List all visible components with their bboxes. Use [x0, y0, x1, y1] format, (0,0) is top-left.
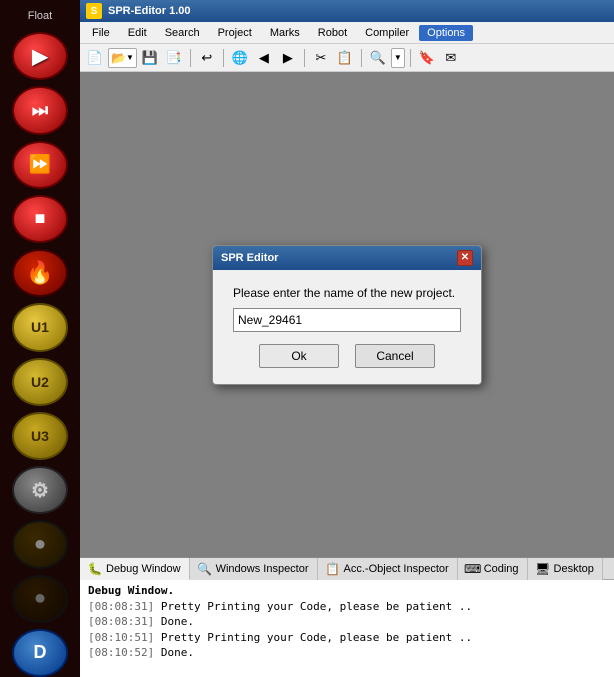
tab-desktop[interactable]: 🖥 Desktop — [528, 558, 603, 580]
bottom-panel: 🐛 Debug Window 🔍 Windows Inspector 📋 Acc… — [80, 557, 614, 677]
debug-time-4: [08:10:52] — [88, 646, 154, 659]
debug-time-2: [08:08:31] — [88, 615, 154, 628]
tab-desktop-label: Desktop — [554, 563, 594, 575]
bottom-tabs: 🐛 Debug Window 🔍 Windows Inspector 📋 Acc… — [80, 558, 614, 580]
debug-line-2: [08:08:31] Done. — [88, 614, 606, 629]
toolbar-copy[interactable]: 📋 — [334, 47, 356, 69]
desktop-icon: 🖥 — [536, 562, 550, 576]
stop-button[interactable] — [12, 195, 68, 243]
sep5 — [410, 49, 411, 67]
tab-windows-inspector[interactable]: 🔍 Windows Inspector — [190, 558, 318, 580]
cancel-button[interactable]: Cancel — [355, 344, 435, 368]
editor-area: SPR Editor ✕ Please enter the name of th… — [80, 72, 614, 557]
sep3 — [304, 49, 305, 67]
toolbar-back[interactable]: ◀ — [253, 47, 275, 69]
debug-time-1: [08:08:31] — [88, 600, 154, 613]
toolbar-new[interactable]: 📄 — [84, 47, 106, 69]
debug-line-1: [08:08:31] Pretty Printing your Code, pl… — [88, 599, 606, 614]
fast-forward-button[interactable] — [12, 141, 68, 189]
u2-button[interactable] — [12, 358, 68, 406]
d-button[interactable] — [12, 629, 68, 677]
project-name-input[interactable] — [233, 308, 461, 332]
toolbar-cut[interactable]: ✂ — [310, 47, 332, 69]
debug-icon: 🐛 — [88, 562, 102, 576]
record2-button[interactable] — [12, 575, 68, 623]
gear-button[interactable] — [12, 466, 68, 514]
menu-search[interactable]: Search — [157, 25, 208, 41]
menu-file[interactable]: File — [84, 25, 118, 41]
debug-line-3: [08:10:51] Pretty Printing your Code, pl… — [88, 630, 606, 645]
record1-button[interactable] — [12, 520, 68, 568]
dialog-close-button[interactable]: ✕ — [457, 250, 473, 266]
debug-line-4: [08:10:52] Done. — [88, 645, 606, 660]
debug-text-3: Pretty Printing your Code, please be pat… — [161, 631, 472, 644]
flame-button[interactable] — [12, 249, 68, 297]
main-area: S SPR-Editor 1.00 File Edit Search Proje… — [80, 0, 614, 677]
toolbar: 📄 📂▼ 💾 📑 ↩ 🌐 ◀ ▶ ✂ 📋 🔍 ▼ 🔖 ✉ — [80, 44, 614, 72]
debug-window-title: Debug Window. — [88, 584, 606, 597]
ok-button[interactable]: Ok — [259, 344, 339, 368]
menu-edit[interactable]: Edit — [120, 25, 155, 41]
toolbar-save[interactable]: 💾 — [139, 47, 161, 69]
tab-coding[interactable]: ⌨ Coding — [458, 558, 528, 580]
tab-acc-object-inspector[interactable]: 📋 Acc.-Object Inspector — [318, 558, 458, 580]
title-bar: S SPR-Editor 1.00 — [80, 0, 614, 22]
sidebar: Float — [0, 0, 80, 677]
menu-bar: File Edit Search Project Marks Robot Com… — [80, 22, 614, 44]
toolbar-find-dropdown[interactable]: ▼ — [391, 48, 405, 68]
sep2 — [223, 49, 224, 67]
tab-coding-label: Coding — [484, 563, 519, 575]
toolbar-forward[interactable]: ▶ — [277, 47, 299, 69]
sep4 — [361, 49, 362, 67]
float-label: Float — [28, 10, 52, 22]
debug-time-3: [08:10:51] — [88, 631, 154, 644]
spr-editor-dialog: SPR Editor ✕ Please enter the name of th… — [212, 245, 482, 385]
app-title: SPR-Editor 1.00 — [108, 5, 191, 17]
tab-debug-label: Debug Window — [106, 563, 181, 575]
menu-project[interactable]: Project — [210, 25, 260, 41]
toolbar-bookmark[interactable]: 🔖 — [416, 47, 438, 69]
dialog-title-bar: SPR Editor ✕ — [213, 246, 481, 270]
debug-window-content: Debug Window. [08:08:31] Pretty Printing… — [80, 580, 614, 677]
debug-text-4: Done. — [161, 646, 194, 659]
u3-button[interactable] — [12, 412, 68, 460]
dialog-body: Please enter the name of the new project… — [213, 270, 481, 384]
coding-icon: ⌨ — [466, 562, 480, 576]
dialog-title: SPR Editor — [221, 252, 278, 264]
menu-compiler[interactable]: Compiler — [357, 25, 417, 41]
debug-text-1: Pretty Printing your Code, please be pat… — [161, 600, 472, 613]
tab-acc-object-label: Acc.-Object Inspector — [344, 563, 449, 575]
toolbar-save2[interactable]: 📑 — [163, 47, 185, 69]
u1-button[interactable] — [12, 303, 68, 351]
acc-object-icon: 📋 — [326, 562, 340, 576]
sep1 — [190, 49, 191, 67]
toolbar-browse[interactable]: 🌐 — [229, 47, 251, 69]
play-button[interactable] — [12, 32, 68, 80]
tab-windows-inspector-label: Windows Inspector — [216, 563, 309, 575]
dialog-overlay: SPR Editor ✕ Please enter the name of th… — [80, 72, 614, 557]
toolbar-open-dropdown[interactable]: 📂▼ — [108, 48, 137, 68]
toolbar-email[interactable]: ✉ — [440, 47, 462, 69]
dialog-prompt: Please enter the name of the new project… — [233, 286, 461, 300]
menu-options[interactable]: Options — [419, 25, 473, 41]
debug-text-2: Done. — [161, 615, 194, 628]
toolbar-undo[interactable]: ↩ — [196, 47, 218, 69]
skip-next-button[interactable] — [12, 86, 68, 134]
tab-debug-window[interactable]: 🐛 Debug Window — [80, 558, 190, 580]
menu-robot[interactable]: Robot — [310, 25, 355, 41]
app-icon: S — [86, 3, 102, 19]
windows-inspector-icon: 🔍 — [198, 562, 212, 576]
dialog-buttons: Ok Cancel — [233, 344, 461, 368]
menu-marks[interactable]: Marks — [262, 25, 308, 41]
toolbar-find[interactable]: 🔍 — [367, 47, 389, 69]
